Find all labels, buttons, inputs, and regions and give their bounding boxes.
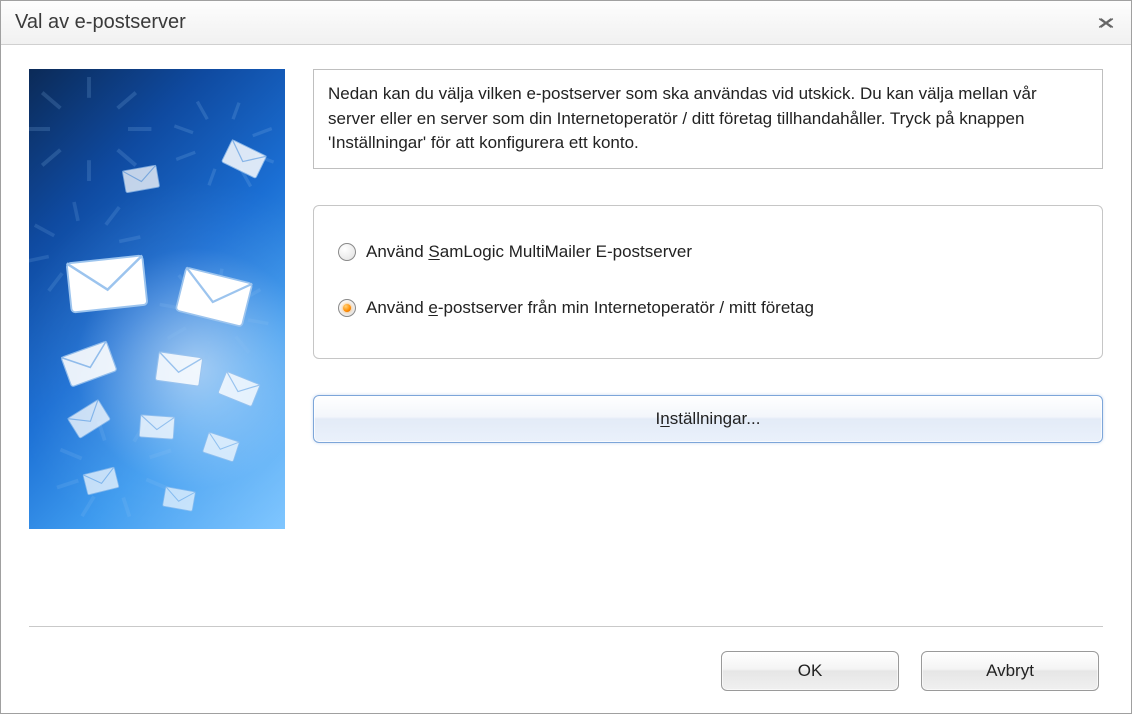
ok-button[interactable]: OK — [721, 651, 899, 691]
radio-indicator — [338, 243, 356, 261]
client-area: Nedan kan du välja vilken e-postserver s… — [1, 45, 1131, 713]
radio-samlogic-server[interactable]: Använd SamLogic MultiMailer E-postserver — [338, 242, 1078, 262]
sidebar-image — [29, 69, 285, 529]
titlebar: Val av e-postserver — [1, 1, 1131, 45]
window-title: Val av e-postserver — [15, 11, 186, 34]
close-icon[interactable] — [1095, 15, 1117, 31]
radio-indicator — [338, 299, 356, 317]
radio-label: Använd e-postserver från min Internetope… — [366, 298, 814, 318]
cancel-button[interactable]: Avbryt — [921, 651, 1099, 691]
radio-isp-server[interactable]: Använd e-postserver från min Internetope… — [338, 298, 1078, 318]
settings-button[interactable]: Inställningar... — [313, 395, 1103, 443]
upper-panel: Nedan kan du välja vilken e-postserver s… — [29, 69, 1103, 608]
right-panel: Nedan kan du välja vilken e-postserver s… — [313, 69, 1103, 608]
radio-label: Använd SamLogic MultiMailer E-postserver — [366, 242, 692, 262]
description-text: Nedan kan du välja vilken e-postserver s… — [328, 84, 1037, 152]
description-box: Nedan kan du välja vilken e-postserver s… — [313, 69, 1103, 169]
server-radio-group: Använd SamLogic MultiMailer E-postserver… — [313, 205, 1103, 359]
dialog-window: Val av e-postserver — [0, 0, 1132, 714]
footer: OK Avbryt — [29, 627, 1103, 691]
